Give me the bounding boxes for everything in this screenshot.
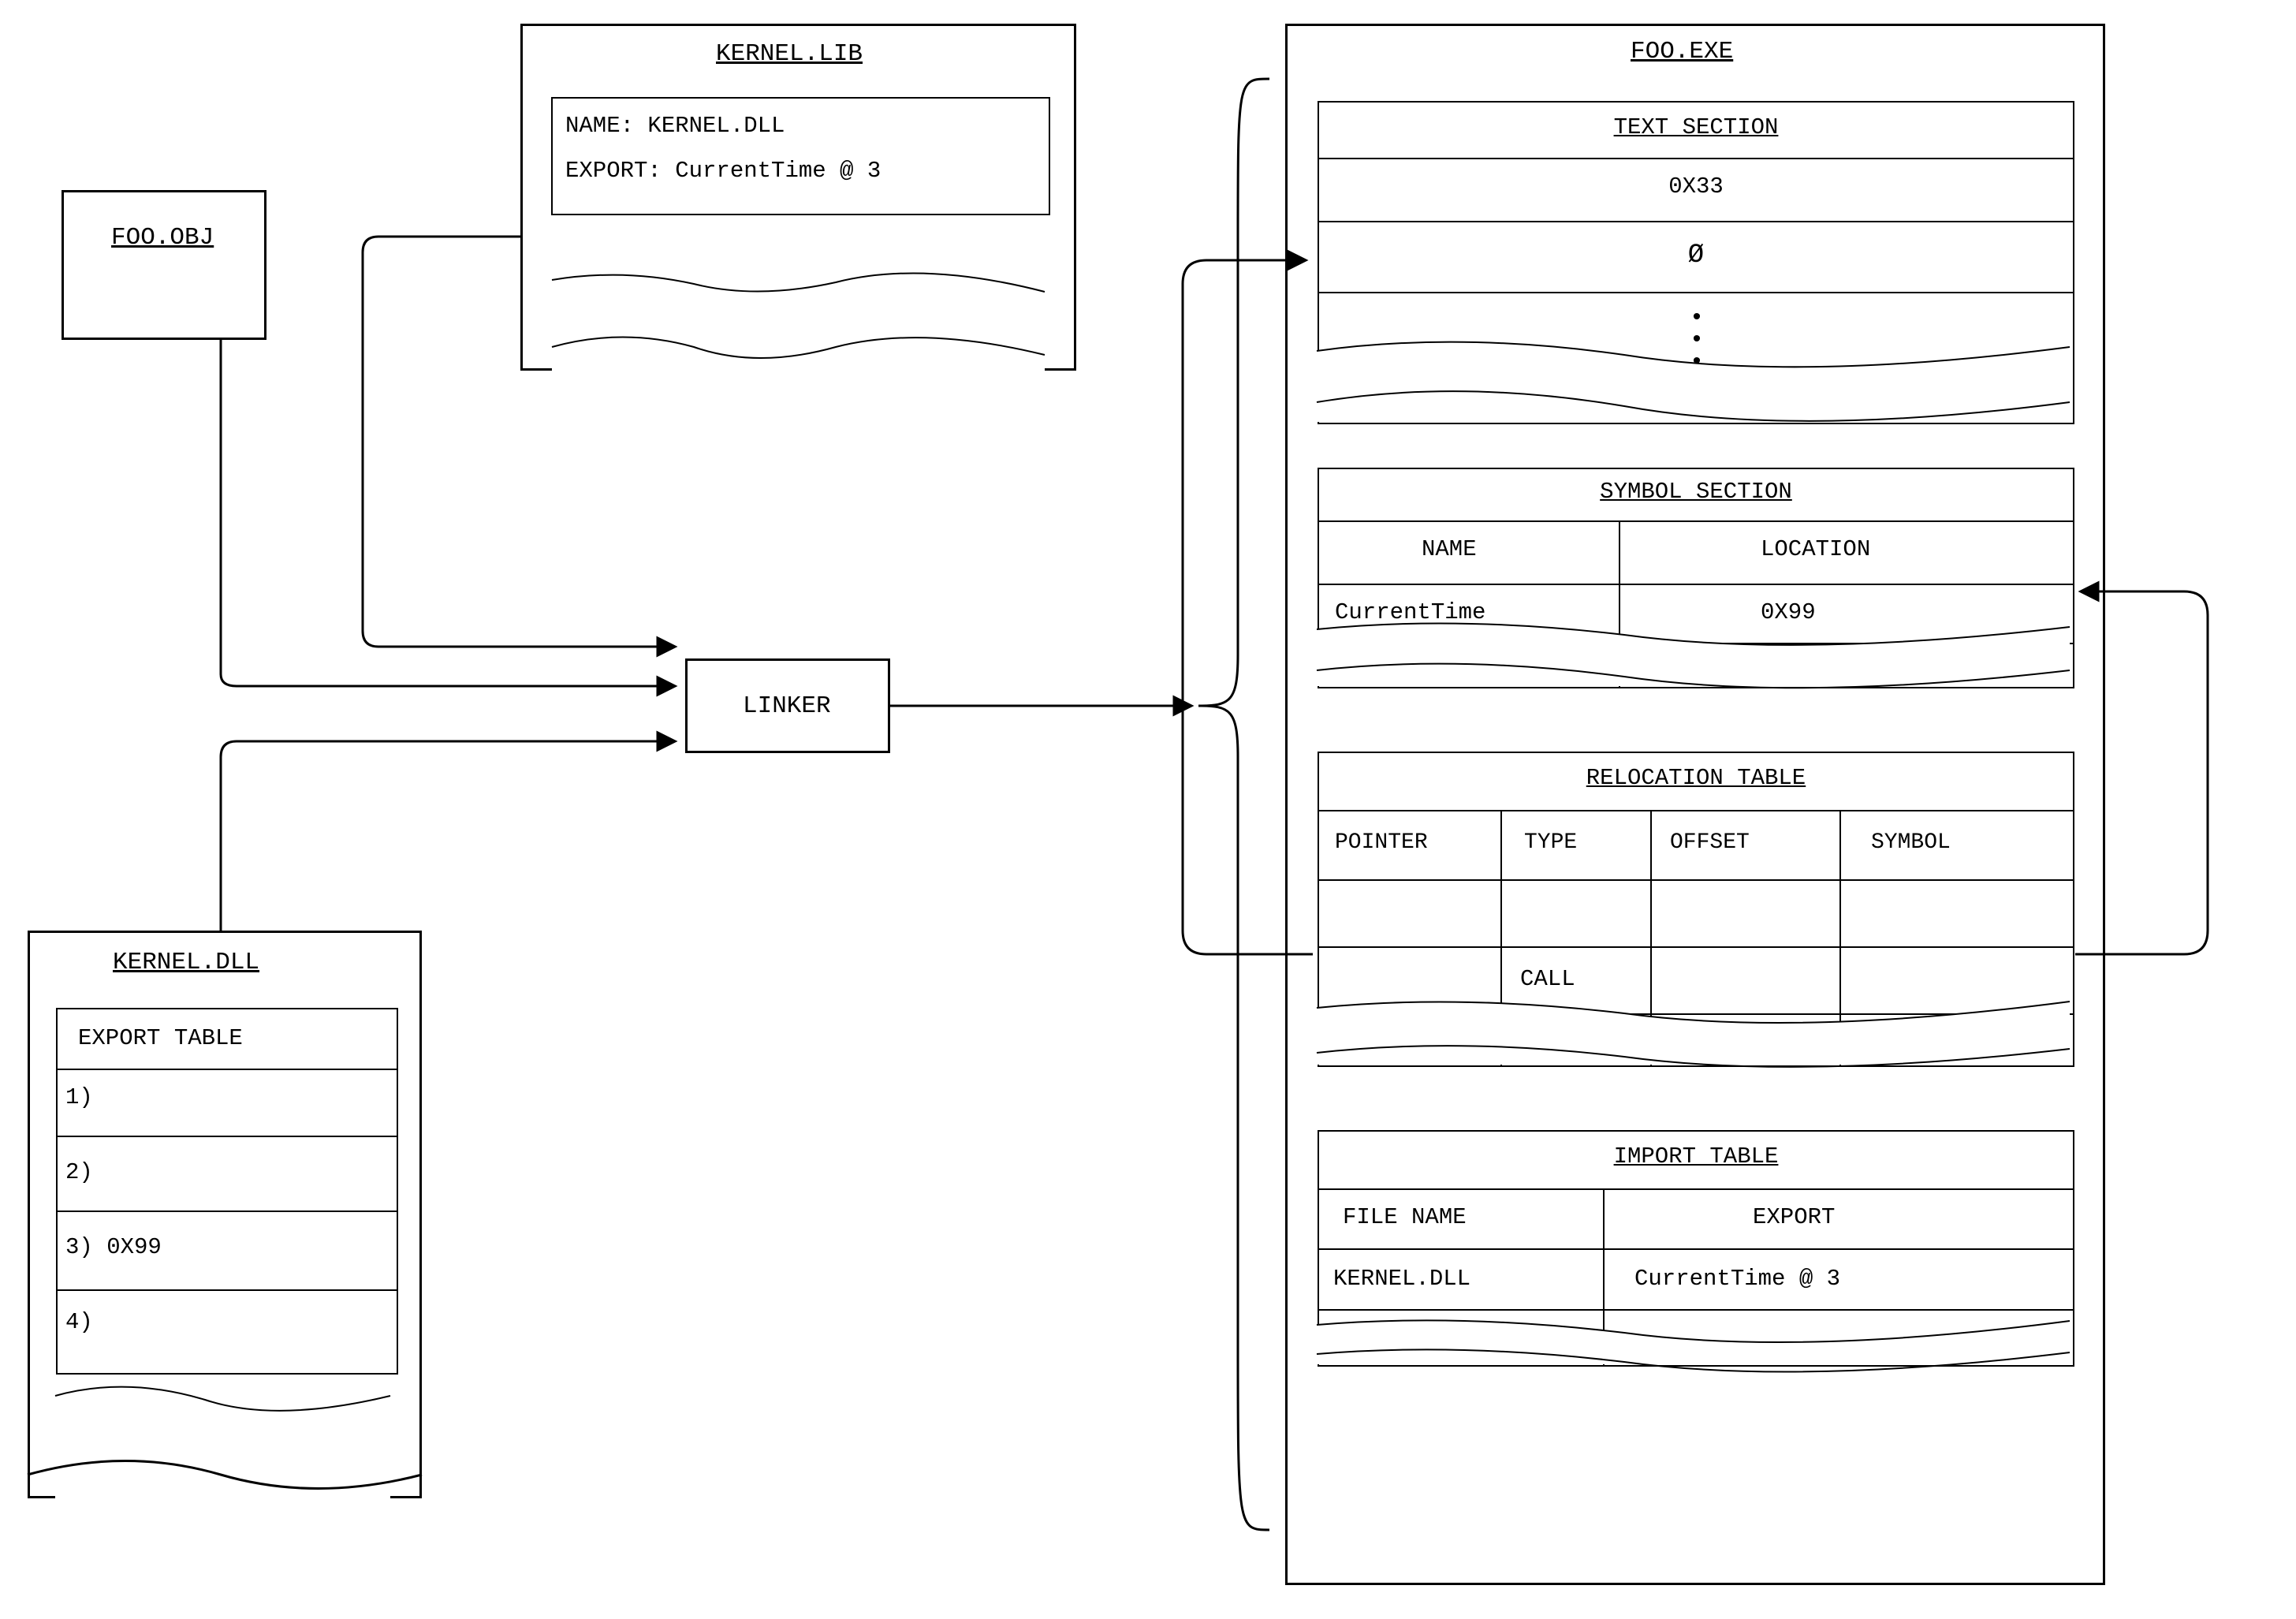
text-section-row1: 0X33 [1319, 173, 2073, 200]
import-data-export: CurrentTime @ 3 [1634, 1266, 1840, 1292]
kernel-lib-title: KERNEL.LIB [716, 40, 863, 68]
kernel-dll-row2: 2) [65, 1159, 93, 1185]
kernel-dll-export-header: EXPORT TABLE [78, 1025, 243, 1051]
relocation-table-header: RELOCATION TABLE [1319, 765, 2073, 791]
kernel-lib-box: KERNEL.LIB NAME: KERNEL.DLL EXPORT: Curr… [520, 24, 1076, 371]
symbol-data-name: CurrentTime [1335, 599, 1485, 625]
import-data-file: KERNEL.DLL [1333, 1266, 1470, 1292]
text-section-header: TEXT SECTION [1319, 114, 2073, 140]
linker-label: LINKER [743, 692, 831, 720]
import-table-header: IMPORT TABLE [1319, 1143, 2073, 1169]
symbol-section-header: SYMBOL SECTION [1319, 479, 2073, 505]
reloc-col-symbol: SYMBOL [1871, 830, 1951, 855]
symbol-col-location: LOCATION [1761, 536, 1870, 562]
kernel-dll-row3: 3) 0X99 [65, 1234, 162, 1260]
reloc-col-type: TYPE [1524, 830, 1577, 855]
text-section-dots: ••• [1690, 308, 1704, 374]
kernel-dll-title: KERNEL.DLL [113, 949, 259, 976]
import-table-box: IMPORT TABLE FILE NAME EXPORT KERNEL.DLL… [1318, 1130, 2074, 1367]
kernel-dll-export-table: EXPORT TABLE 1) 2) 3) 0X99 4) [56, 1008, 398, 1375]
symbol-col-name: NAME [1422, 536, 1477, 562]
reloc-col-pointer: POINTER [1335, 830, 1428, 855]
foo-obj-title: FOO.OBJ [111, 224, 214, 252]
foo-exe-title: FOO.EXE [1631, 38, 1733, 65]
linker-box: LINKER [685, 658, 890, 753]
symbol-section-box: SYMBOL SECTION NAME LOCATION CurrentTime… [1318, 468, 2074, 688]
import-col-file: FILE NAME [1343, 1204, 1467, 1230]
kernel-dll-box: KERNEL.DLL EXPORT TABLE 1) 2) 3) 0X99 4) [28, 931, 422, 1498]
foo-obj-box: FOO.OBJ [62, 190, 266, 340]
kernel-dll-row4: 4) [65, 1309, 93, 1335]
import-col-export: EXPORT [1753, 1204, 1835, 1230]
reloc-call: CALL [1520, 966, 1575, 992]
kernel-lib-export-line: EXPORT: CurrentTime @ 3 [565, 158, 881, 184]
text-section-row2: Ø [1319, 241, 2073, 270]
kernel-lib-inner: NAME: KERNEL.DLL EXPORT: CurrentTime @ 3 [551, 97, 1050, 215]
text-section-box: TEXT SECTION 0X33 Ø ••• [1318, 101, 2074, 424]
reloc-col-offset: OFFSET [1670, 830, 1750, 855]
kernel-dll-row1: 1) [65, 1084, 93, 1110]
kernel-lib-name-line: NAME: KERNEL.DLL [565, 113, 785, 139]
relocation-table-box: RELOCATION TABLE POINTER TYPE OFFSET SYM… [1318, 752, 2074, 1067]
foo-exe-box: FOO.EXE TEXT SECTION 0X33 Ø ••• SYMBOL S… [1285, 24, 2105, 1585]
symbol-data-location: 0X99 [1761, 599, 1816, 625]
